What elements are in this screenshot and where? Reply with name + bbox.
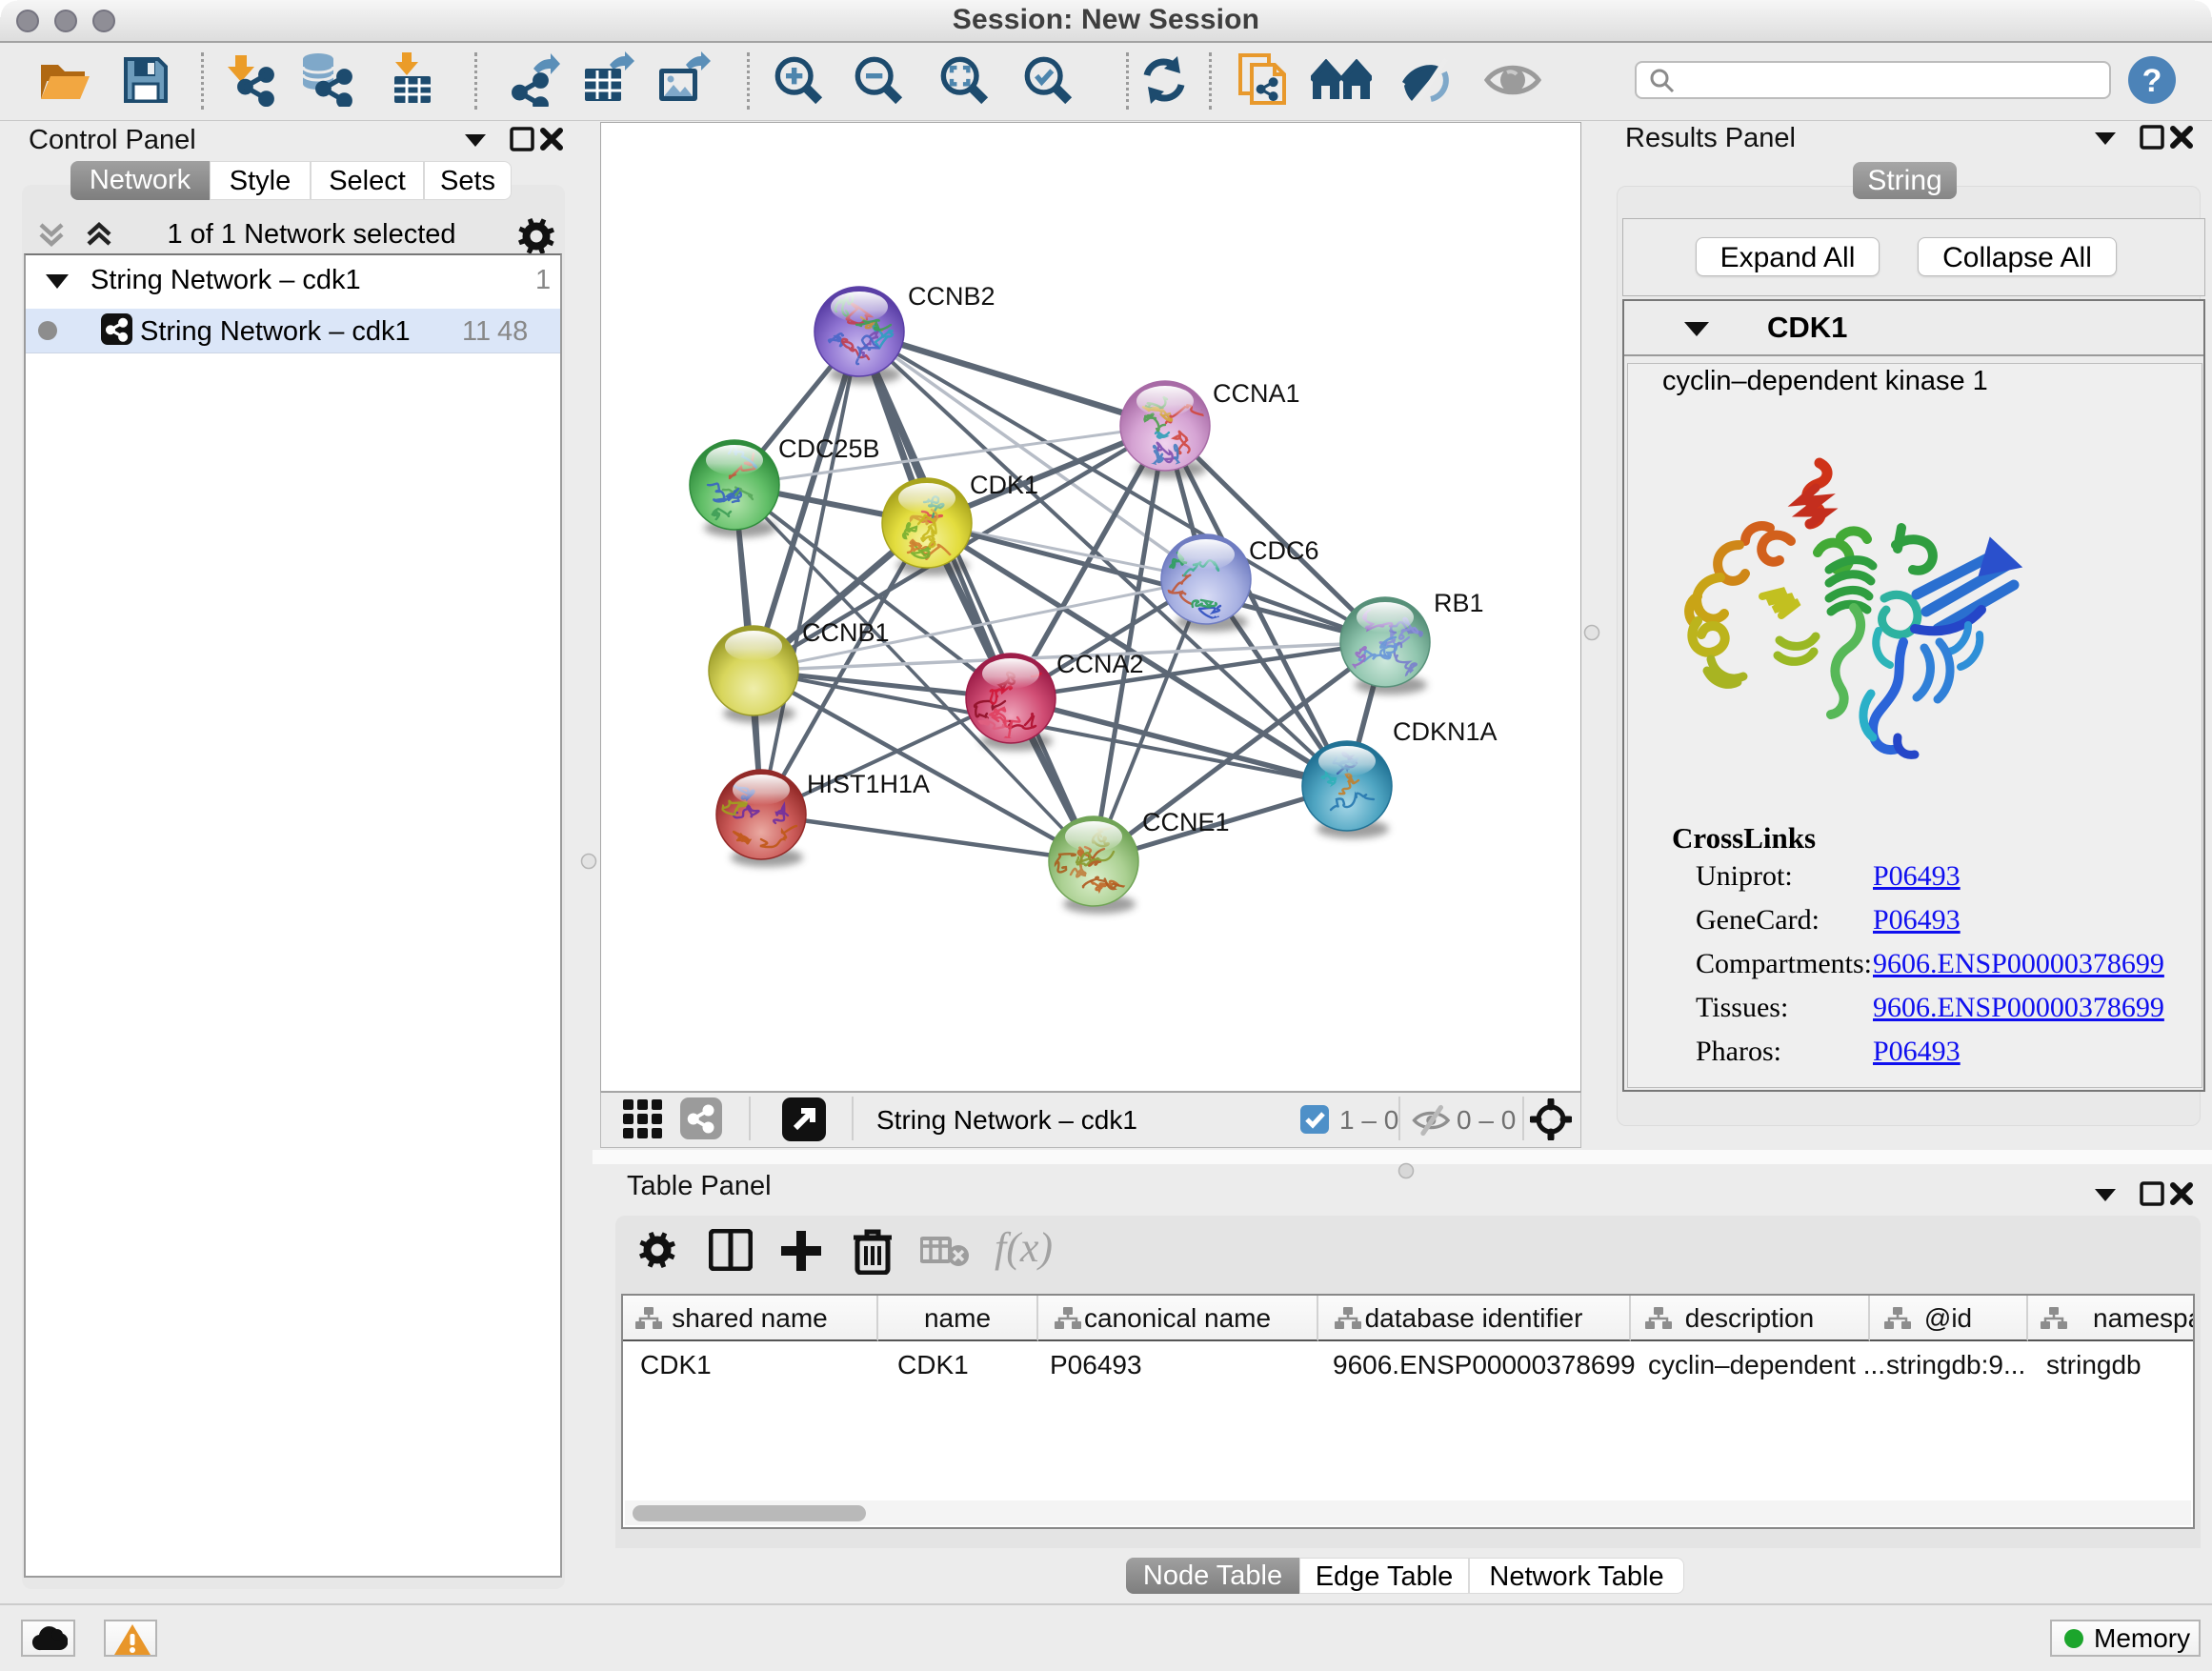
- svg-text:CCNA2: CCNA2: [1056, 650, 1144, 678]
- svg-text:?: ?: [2142, 63, 2162, 99]
- svg-text:CDC25B: CDC25B: [778, 434, 880, 463]
- svg-text:CDKN1A: CDKN1A: [1393, 717, 1498, 746]
- svg-text:CDC6: CDC6: [1249, 536, 1319, 565]
- svg-text:RB1: RB1: [1434, 589, 1484, 617]
- svg-text:CCNA1: CCNA1: [1213, 379, 1300, 408]
- svg-text:CDK1: CDK1: [970, 471, 1038, 499]
- svg-text:CCNB2: CCNB2: [908, 282, 995, 311]
- svg-text:CCNE1: CCNE1: [1142, 808, 1230, 836]
- svg-text:HIST1H1A: HIST1H1A: [807, 770, 930, 798]
- svg-text:CCNB1: CCNB1: [802, 618, 890, 647]
